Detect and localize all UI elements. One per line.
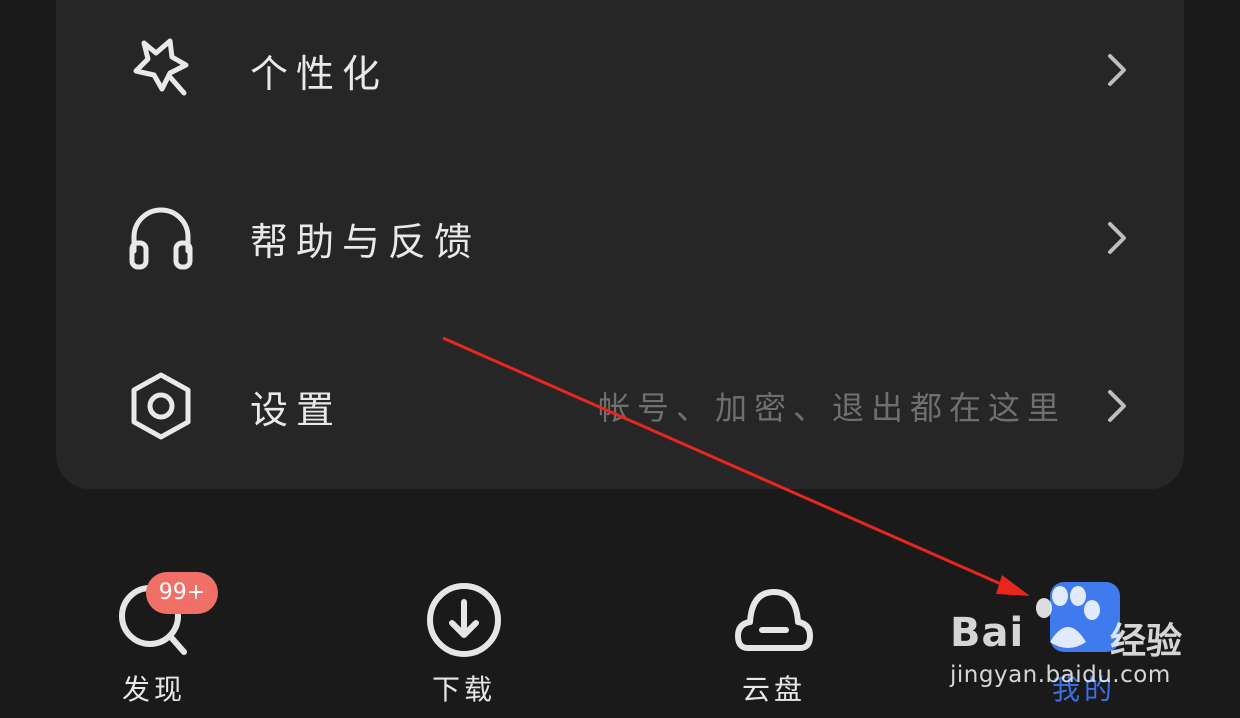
tab-label: 下载	[431, 673, 496, 706]
chevron-right-icon	[1108, 54, 1126, 86]
chevron-right-icon	[1108, 390, 1126, 422]
watermark-url: jingyan.baidu.com	[950, 662, 1171, 688]
settings-hexagon-icon	[131, 372, 191, 440]
cloud-drive-icon	[735, 589, 813, 651]
tab-discover[interactable]: 99+ 发现	[74, 560, 234, 718]
download-icon	[427, 583, 501, 657]
watermark-suffix: 经验	[1110, 621, 1183, 662]
menu-item-personalize[interactable]: 个性化	[56, 0, 1184, 140]
headphones-icon	[129, 207, 193, 270]
watermark-logo: Bai	[950, 610, 1025, 656]
tab-download[interactable]: 下载	[384, 560, 544, 718]
settings-hint: 帐号、加密、退出都在这里	[597, 389, 1066, 427]
menu-item-settings[interactable]: 设置 帐号、加密、退出都在这里	[56, 336, 1184, 476]
menu-item-label: 个性化	[250, 51, 389, 96]
menu-item-label: 帮助与反馈	[250, 219, 481, 264]
personalize-star-icon	[133, 38, 189, 96]
notification-badge: 99+	[146, 572, 218, 614]
tab-cloud-drive[interactable]: 云盘	[694, 560, 854, 718]
paw-logo-icon	[1036, 586, 1100, 648]
baidu-jingyan-watermark: Bai 经验 jingyan.baidu.com	[950, 586, 1190, 696]
menu-card: 个性化 帮助与反馈 设置 帐号、加密、退出都在这里	[56, 0, 1184, 489]
menu-item-label: 设置	[250, 387, 343, 432]
menu-item-help-feedback[interactable]: 帮助与反馈	[56, 168, 1184, 308]
tab-label: 发现	[121, 673, 186, 706]
tab-label: 云盘	[741, 673, 806, 706]
chevron-right-icon	[1108, 222, 1126, 254]
